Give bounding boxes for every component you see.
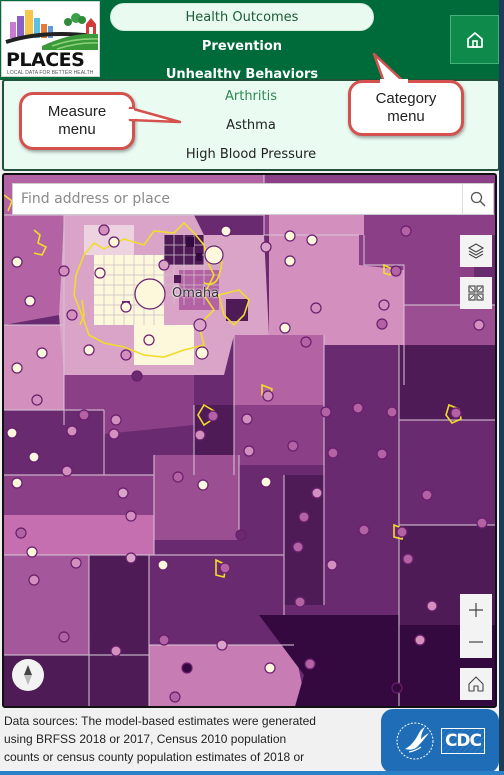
cdc-logo[interactable]: CDC bbox=[381, 709, 499, 773]
zoom-in-button[interactable] bbox=[460, 594, 492, 626]
places-logo[interactable]: PLACES LOCAL DATA FOR BETTER HEALTH bbox=[1, 1, 100, 77]
footer-line-1: Data sources: The model-based estimates … bbox=[4, 714, 316, 728]
basemap-gallery-button[interactable] bbox=[460, 277, 492, 309]
map-search bbox=[12, 183, 494, 215]
search-button[interactable] bbox=[462, 184, 493, 214]
places-app: PLACES LOCAL DATA FOR BETTER HEALTH Heal… bbox=[0, 0, 504, 775]
home-icon bbox=[468, 676, 484, 692]
zoom-out-button[interactable] bbox=[460, 626, 492, 658]
plus-icon bbox=[469, 603, 483, 617]
search-icon bbox=[470, 191, 486, 207]
header: PLACES LOCAL DATA FOR BETTER HEALTH Heal… bbox=[0, 0, 504, 80]
home-icon bbox=[466, 31, 483, 48]
app-home-button[interactable] bbox=[450, 15, 499, 64]
minus-icon bbox=[469, 641, 483, 643]
logo-wordmark: PLACES bbox=[6, 49, 85, 71]
callout-measure-line2: menu bbox=[58, 121, 96, 138]
callout-category-line2: menu bbox=[387, 108, 425, 125]
search-input[interactable] bbox=[13, 184, 462, 214]
category-callout-pointer bbox=[372, 52, 408, 84]
layers-icon bbox=[467, 243, 485, 259]
measure-callout-pointer bbox=[128, 106, 182, 124]
map-view[interactable]: Omaha bbox=[2, 173, 497, 708]
callout-measure-line1: Measure bbox=[47, 103, 107, 120]
category-prevention[interactable]: Prevention bbox=[110, 33, 374, 61]
map-default-extent-button[interactable] bbox=[460, 668, 492, 700]
basemap-gallery-icon bbox=[468, 285, 484, 301]
category-unhealthy-behaviors[interactable]: Unhealthy Behaviors bbox=[110, 61, 374, 80]
cdc-wordmark: CDC bbox=[440, 728, 486, 754]
footer-line-3: counts or census county population estim… bbox=[4, 750, 305, 764]
window-edge bbox=[499, 0, 504, 775]
bottom-accent-bar bbox=[0, 771, 504, 775]
category-menu-callout: Category menu bbox=[348, 80, 464, 136]
footer-line-2: using BRFSS 2018 or 2017, Census 2010 po… bbox=[4, 732, 287, 746]
logo-tagline: LOCAL DATA FOR BETTER HEALTH bbox=[7, 70, 94, 76]
compass-button[interactable] bbox=[12, 659, 44, 691]
logo-illustration bbox=[5, 10, 99, 50]
callout-category-line1: Category bbox=[375, 90, 437, 107]
category-health-outcomes[interactable]: Health Outcomes bbox=[110, 3, 374, 31]
layer-list-button[interactable] bbox=[460, 235, 492, 267]
choropleth-map bbox=[4, 175, 495, 706]
data-sources-text: Data sources: The model-based estimates … bbox=[4, 712, 374, 766]
measure-menu-callout: Measure menu bbox=[19, 92, 135, 150]
hhs-eagle-icon bbox=[396, 722, 434, 760]
map-city-label-omaha: Omaha bbox=[172, 286, 220, 301]
compass-icon bbox=[24, 665, 32, 685]
